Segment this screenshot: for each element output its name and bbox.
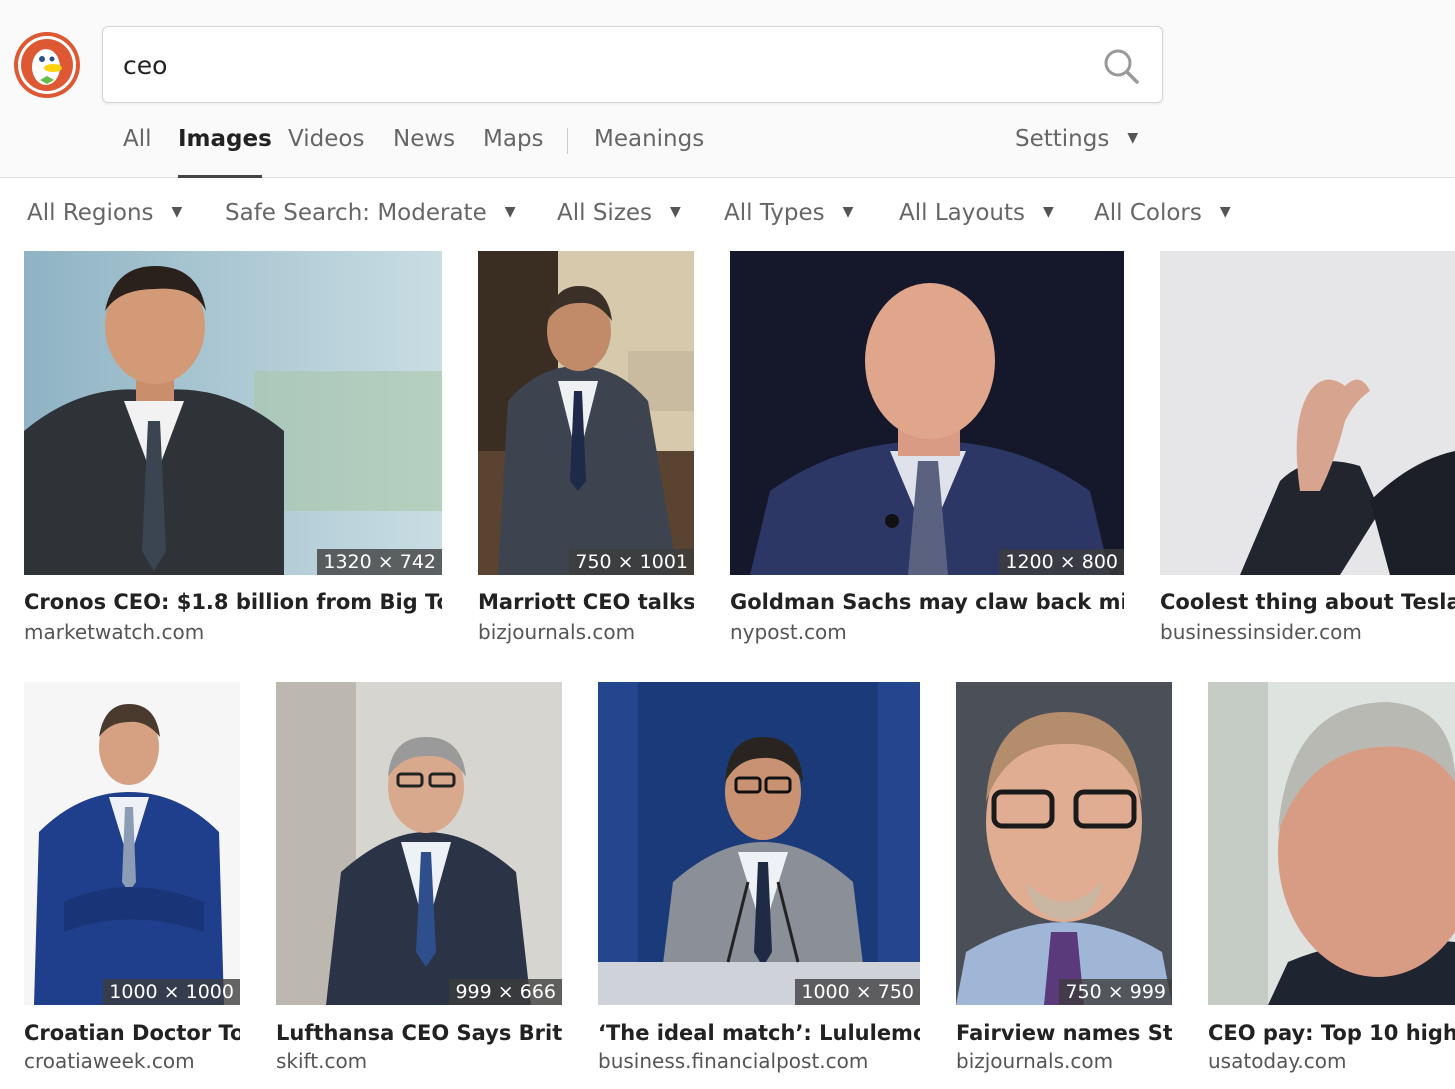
result-title: Lufthansa CEO Says Brit... — [276, 1021, 562, 1045]
caret-down-icon: ▼ — [842, 204, 854, 220]
result-thumbnail — [1208, 682, 1455, 1005]
nav-tabs: All Images Videos News Maps Meanings Set… — [0, 118, 1455, 178]
settings-label: Settings — [1015, 126, 1110, 152]
result-title: Croatian Doctor To... — [24, 1021, 240, 1045]
image-result[interactable]: CEO pay: Top 10 highes usatoday.com — [1208, 682, 1455, 1082]
filter-regions-label: All Regions — [27, 200, 154, 226]
result-title: Goldman Sachs may claw back milli... — [730, 590, 1124, 614]
image-dimensions: 1000 × 750 — [795, 979, 920, 1005]
image-dimensions: 1000 × 1000 — [103, 979, 240, 1005]
image-result[interactable]: 750 × 1001 Marriott CEO talks... bizjour… — [478, 251, 694, 651]
result-thumbnail: 750 × 999 — [956, 682, 1172, 1005]
filter-colors[interactable]: All Colors ▼ — [1094, 200, 1231, 226]
result-thumbnail: 1200 × 800 — [730, 251, 1124, 575]
caret-down-icon: ▼ — [1043, 204, 1054, 220]
result-source: nypost.com — [730, 620, 847, 644]
result-title: ‘The ideal match’: Lululemon... — [598, 1021, 920, 1045]
tab-all[interactable]: All — [123, 126, 152, 152]
image-result[interactable]: 1200 × 800 Goldman Sachs may claw back m… — [730, 251, 1124, 651]
filter-layouts-label: All Layouts — [899, 200, 1025, 226]
tab-news[interactable]: News — [393, 126, 455, 152]
result-thumbnail: 999 × 666 — [276, 682, 562, 1005]
result-source: bizjournals.com — [478, 620, 636, 644]
image-result[interactable]: 1000 × 1000 Croatian Doctor To... croati… — [24, 682, 240, 1082]
image-result[interactable]: 1000 × 750 ‘The ideal match’: Lululemon.… — [598, 682, 920, 1082]
image-dimensions: 999 × 666 — [449, 979, 562, 1005]
filter-safe-search[interactable]: Safe Search: Moderate ▼ — [225, 200, 516, 226]
result-thumbnail: 1000 × 1000 — [24, 682, 240, 1005]
tab-maps[interactable]: Maps — [483, 126, 544, 152]
filter-bar: All Regions ▼ Safe Search: Moderate ▼ All … — [0, 194, 1455, 234]
filter-types-label: All Types — [724, 200, 825, 226]
result-source: business.financialpost.com — [598, 1049, 869, 1073]
tab-meanings[interactable]: Meanings — [594, 126, 704, 152]
image-dimensions: 750 × 1001 — [569, 549, 694, 575]
image-result[interactable]: 750 × 999 Fairview names St... bizjourna… — [956, 682, 1172, 1082]
result-thumbnail: 1320 × 742 — [24, 251, 442, 575]
filter-types[interactable]: All Types ▼ — [724, 200, 853, 226]
filter-sizes[interactable]: All Sizes ▼ — [557, 200, 681, 226]
caret-down-icon: ▼ — [504, 204, 516, 220]
result-source: businessinsider.com — [1160, 620, 1362, 644]
image-result[interactable]: Coolest thing about Tesla's C businessin… — [1160, 251, 1455, 651]
caret-down-icon: ▼ — [1127, 130, 1139, 146]
tab-videos[interactable]: Videos — [288, 126, 364, 152]
image-dimensions: 1200 × 800 — [999, 549, 1124, 575]
filter-regions[interactable]: All Regions ▼ — [27, 200, 182, 226]
caret-down-icon: ▼ — [670, 204, 681, 220]
duckduckgo-logo[interactable] — [14, 32, 80, 98]
caret-down-icon: ▼ — [171, 204, 183, 220]
image-dimensions: 1320 × 742 — [317, 549, 442, 575]
header: All Images Videos News Maps Meanings Set… — [0, 0, 1455, 178]
result-source: skift.com — [276, 1049, 368, 1073]
result-title: Marriott CEO talks... — [478, 590, 694, 614]
image-result[interactable]: 1320 × 742 Cronos CEO: $1.8 billion from… — [24, 251, 442, 651]
result-title: Coolest thing about Tesla's C — [1160, 590, 1455, 614]
result-thumbnail: 750 × 1001 — [478, 251, 694, 575]
result-thumbnail — [1160, 251, 1455, 575]
duck-icon — [18, 36, 76, 94]
image-dimensions: 750 × 999 — [1059, 979, 1172, 1005]
search-box — [102, 26, 1163, 103]
image-result[interactable]: 999 × 666 Lufthansa CEO Says Brit... ski… — [276, 682, 562, 1082]
result-title: Fairview names St... — [956, 1021, 1172, 1045]
filter-sizes-label: All Sizes — [557, 200, 653, 226]
result-source: marketwatch.com — [24, 620, 205, 644]
result-source: bizjournals.com — [956, 1049, 1114, 1073]
nav-divider — [567, 128, 568, 154]
result-title: Cronos CEO: $1.8 billion from Big Tob... — [24, 590, 442, 614]
filter-colors-label: All Colors — [1094, 200, 1202, 226]
active-tab-indicator — [178, 175, 262, 178]
result-thumbnail: 1000 × 750 — [598, 682, 920, 1005]
filter-safe-search-label: Safe Search: Moderate — [225, 200, 487, 226]
settings-menu[interactable]: Settings ▼ — [1015, 126, 1138, 152]
result-title: CEO pay: Top 10 highes — [1208, 1021, 1455, 1045]
search-icon[interactable] — [1102, 47, 1140, 85]
filter-layouts[interactable]: All Layouts ▼ — [899, 200, 1054, 226]
caret-down-icon: ▼ — [1219, 204, 1231, 220]
result-source: usatoday.com — [1208, 1049, 1347, 1073]
tab-images[interactable]: Images — [178, 126, 272, 152]
result-source: croatiaweek.com — [24, 1049, 195, 1073]
search-input[interactable] — [123, 43, 1063, 87]
